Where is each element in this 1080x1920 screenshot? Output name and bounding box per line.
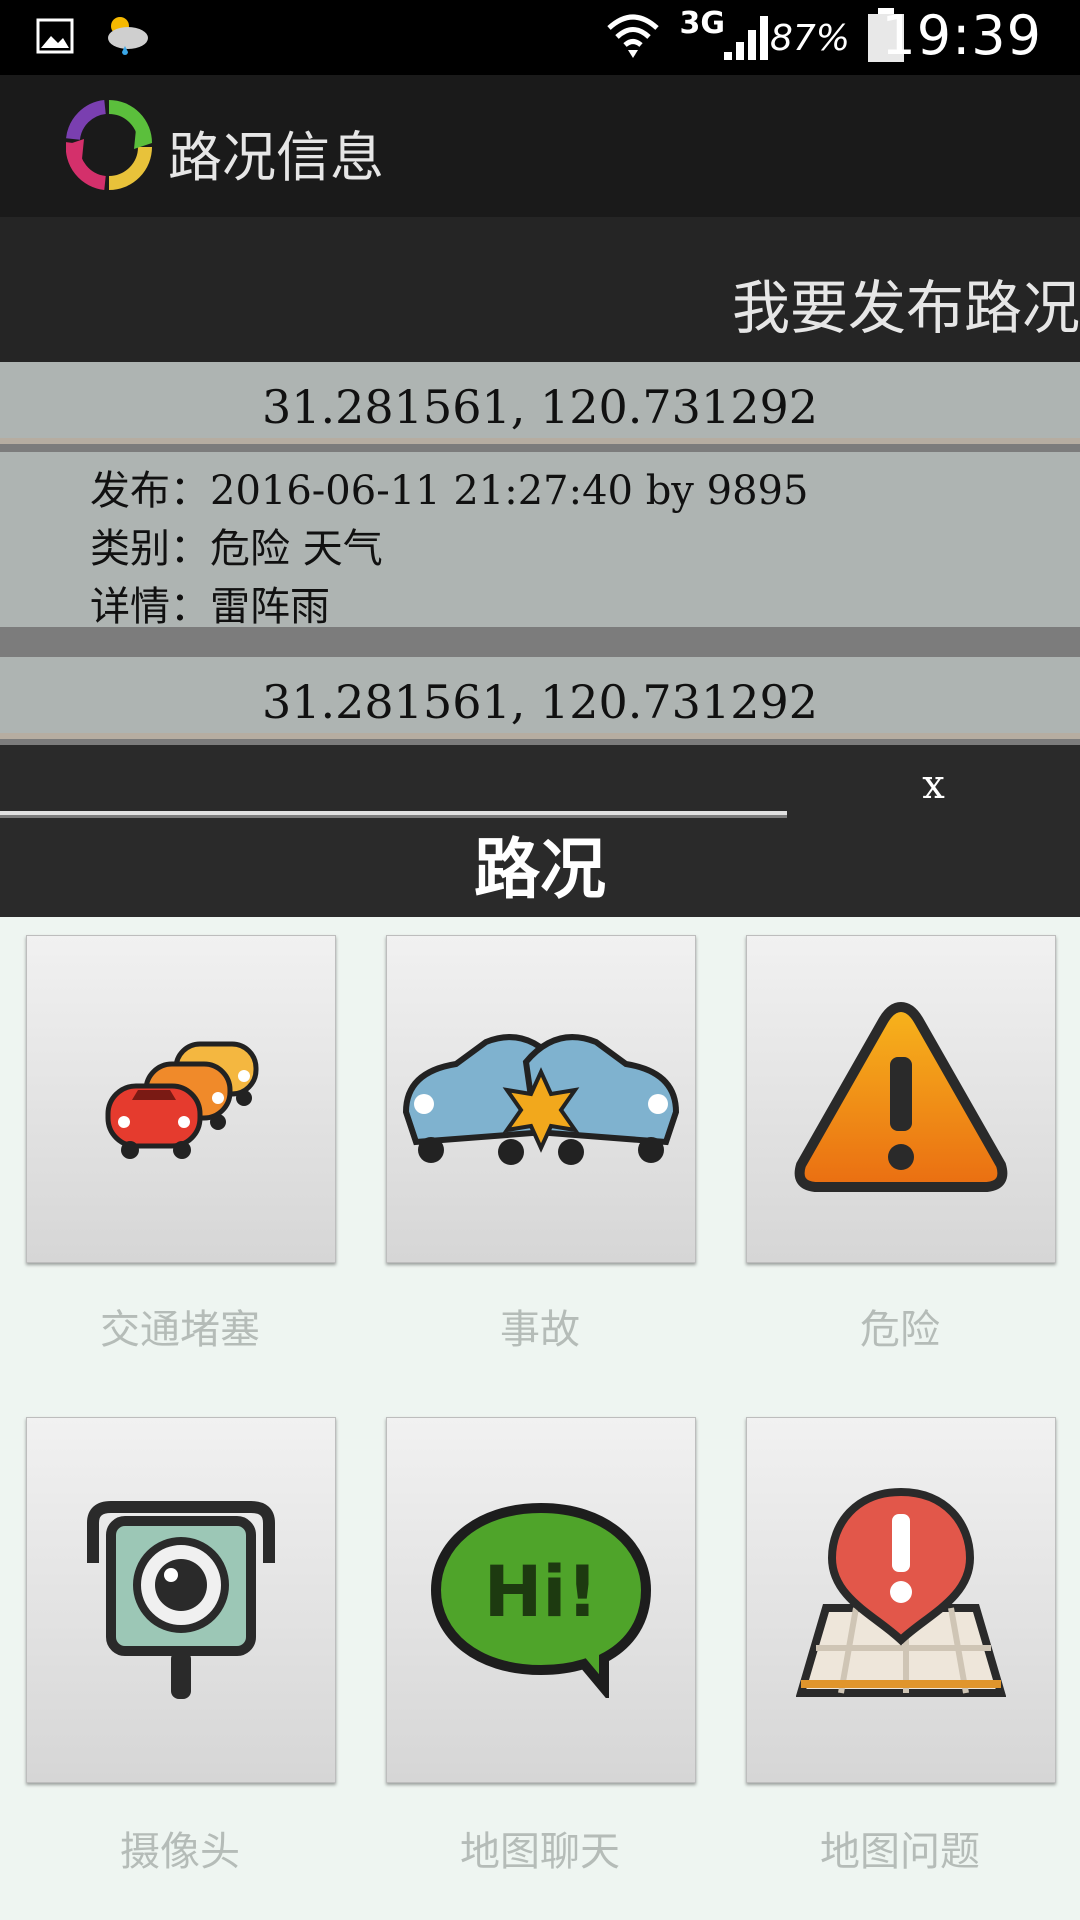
details-info: 详情：雷阵雨 [90,584,330,630]
camera-icon [81,1493,281,1707]
traffic-jam-icon [86,1022,276,1176]
option-label: 地图问题 [820,1829,980,1875]
coords-text: 31.281561, 120.731292 [261,380,819,434]
car-accident-icon [386,1012,696,1186]
list-item-coords[interactable]: 31.281561, 120.731292 [0,657,1080,739]
publish-road-condition-button[interactable]: 我要发布路况 [0,217,1080,362]
list-item-coords[interactable]: 31.281561, 120.731292 [0,362,1080,444]
option-map-chat[interactable]: Hi! [386,1417,696,1783]
road-condition-options: 交通堵塞 事故 危险 摄像头 Hi! 地图聊天 地图问题 [0,917,1080,1920]
divider [0,811,787,815]
publish-label: 我要发布路况 [731,274,1080,342]
divider [0,733,1080,739]
option-label: 危险 [860,1307,940,1353]
option-map-issue[interactable] [746,1417,1056,1783]
warning-icon [791,997,1011,1201]
page-title: 路况信息 [168,126,384,189]
gallery-icon [36,18,74,58]
close-button[interactable]: x [787,745,1080,820]
action-bar: 路况信息 [0,75,1080,217]
divider [0,438,1080,444]
category-info: 类别：危险 天气 [90,526,383,572]
option-label: 事故 [500,1307,580,1353]
option-label: 地图聊天 [460,1829,620,1875]
refresh-arrows-logo[interactable] [65,99,152,195]
option-label: 摄像头 [120,1829,240,1875]
network-type: 3G [679,6,726,41]
wifi-icon [605,10,661,68]
coords-text: 31.281561, 120.731292 [261,675,819,729]
clock: 19:39 [881,4,1042,67]
option-traffic-jam[interactable] [26,935,336,1263]
battery-percent: 87% [769,18,850,59]
status-bar: 3G 87% 19:39 [0,0,1080,75]
list-item[interactable]: 发布：2016-06-11 21:27:40 by 9895 类别：危险 天气 … [0,452,1080,630]
option-accident[interactable] [386,935,696,1263]
option-danger[interactable] [746,935,1056,1263]
option-label: 交通堵塞 [100,1307,260,1353]
chat-hi-icon: Hi! [426,1498,656,1702]
dialog-title: 路况 [0,818,1080,917]
dialog-header [0,745,787,815]
signal-icon [722,12,774,66]
publish-info: 发布：2016-06-11 21:27:40 by 9895 [90,468,809,514]
weather-icon [100,10,152,66]
map-issue-icon [795,1487,1007,1712]
svg-text:Hi!: Hi! [484,1551,599,1633]
option-camera[interactable] [26,1417,336,1783]
